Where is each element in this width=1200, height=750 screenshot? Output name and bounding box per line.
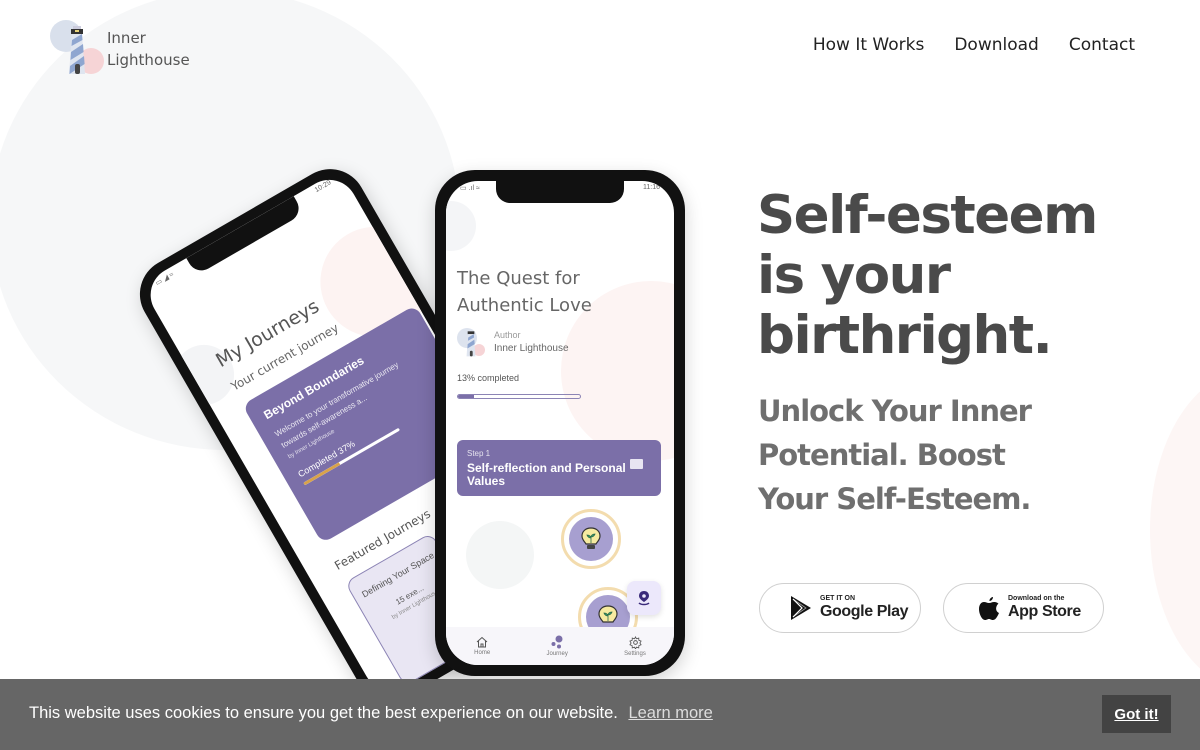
progress-label: 13% completed — [457, 373, 520, 383]
background-circle — [1150, 370, 1200, 690]
status-time: 10:29 — [313, 179, 333, 195]
featured-journey-title: Defining Your Space — [360, 550, 436, 600]
status-time: 11:16 — [643, 184, 660, 191]
main-nav: How It Works Download Contact — [813, 35, 1135, 55]
decor-circle — [466, 521, 534, 589]
progress-fill — [458, 395, 474, 398]
lighthouse-icon — [466, 331, 476, 357]
google-play-small: GET IT ON — [820, 595, 855, 602]
gear-icon — [628, 635, 642, 649]
bottom-tab-bar: Home Journey Settings — [446, 627, 674, 665]
home-icon — [476, 636, 488, 648]
author-info: Author Inner Lighthouse — [457, 326, 569, 358]
author-name: Inner Lighthouse — [494, 343, 569, 354]
tab-home[interactable]: Home — [474, 636, 490, 656]
author-label: Author — [494, 330, 521, 340]
google-play-icon — [791, 596, 811, 620]
step-card[interactable]: Step 1 Self-reflection and Personal Valu… — [457, 440, 661, 496]
hero-subtitle: Unlock Your Inner Potential. Boost Your … — [758, 394, 1032, 516]
app-store-big: App Store — [1008, 603, 1081, 620]
learn-more-link[interactable]: Learn more — [628, 704, 712, 722]
lighthouse-icon — [69, 26, 85, 74]
logo-text: Inner Lighthouse — [107, 29, 190, 69]
nav-contact[interactable]: Contact — [1069, 35, 1135, 55]
nav-how-it-works[interactable]: How It Works — [813, 35, 924, 55]
hero-title: Self-esteem is your birthright. — [757, 185, 1098, 366]
lightbulb-icon — [598, 605, 618, 623]
step-number: Step 1 — [467, 449, 491, 458]
google-play-big: Google Play — [820, 603, 909, 620]
phone-notch — [496, 181, 624, 203]
journey-icon — [551, 635, 563, 649]
author-avatar — [457, 326, 487, 358]
decor-circle — [446, 201, 476, 251]
progress-bar — [457, 394, 581, 399]
location-button[interactable] — [627, 581, 661, 615]
lightbulb-icon — [581, 527, 601, 549]
step-node[interactable] — [561, 509, 621, 569]
location-pin-icon — [638, 591, 650, 606]
google-play-button[interactable]: GET IT ON Google Play — [759, 583, 921, 633]
apple-icon — [979, 597, 999, 620]
phone-screen: ▭ .ıl ≈ 11:16 The Quest for Authentic Lo… — [446, 181, 674, 665]
folder-icon — [630, 459, 643, 469]
tab-settings[interactable]: Settings — [624, 635, 646, 657]
journey-title: The Quest for Authentic Love — [457, 268, 592, 316]
logo[interactable]: Inner Lighthouse — [48, 18, 198, 78]
cookie-banner: This website uses cookies to ensure you … — [0, 679, 1200, 750]
app-store-button[interactable]: Download on the App Store — [943, 583, 1104, 633]
nav-download[interactable]: Download — [954, 35, 1039, 55]
status-icons: ▭ ◢ ≈ — [154, 271, 176, 288]
step-title: Self-reflection and Personal Values — [467, 461, 626, 488]
app-store-small: Download on the — [1008, 595, 1065, 602]
accept-cookies-button[interactable]: Got it! — [1102, 695, 1171, 733]
tab-journey[interactable]: Journey — [546, 635, 568, 657]
phone-mockup-quest: ▭ .ıl ≈ 11:16 The Quest for Authentic Lo… — [435, 170, 685, 676]
cookie-message: This website uses cookies to ensure you … — [29, 704, 713, 722]
status-icons: ▭ .ıl ≈ — [460, 185, 480, 192]
